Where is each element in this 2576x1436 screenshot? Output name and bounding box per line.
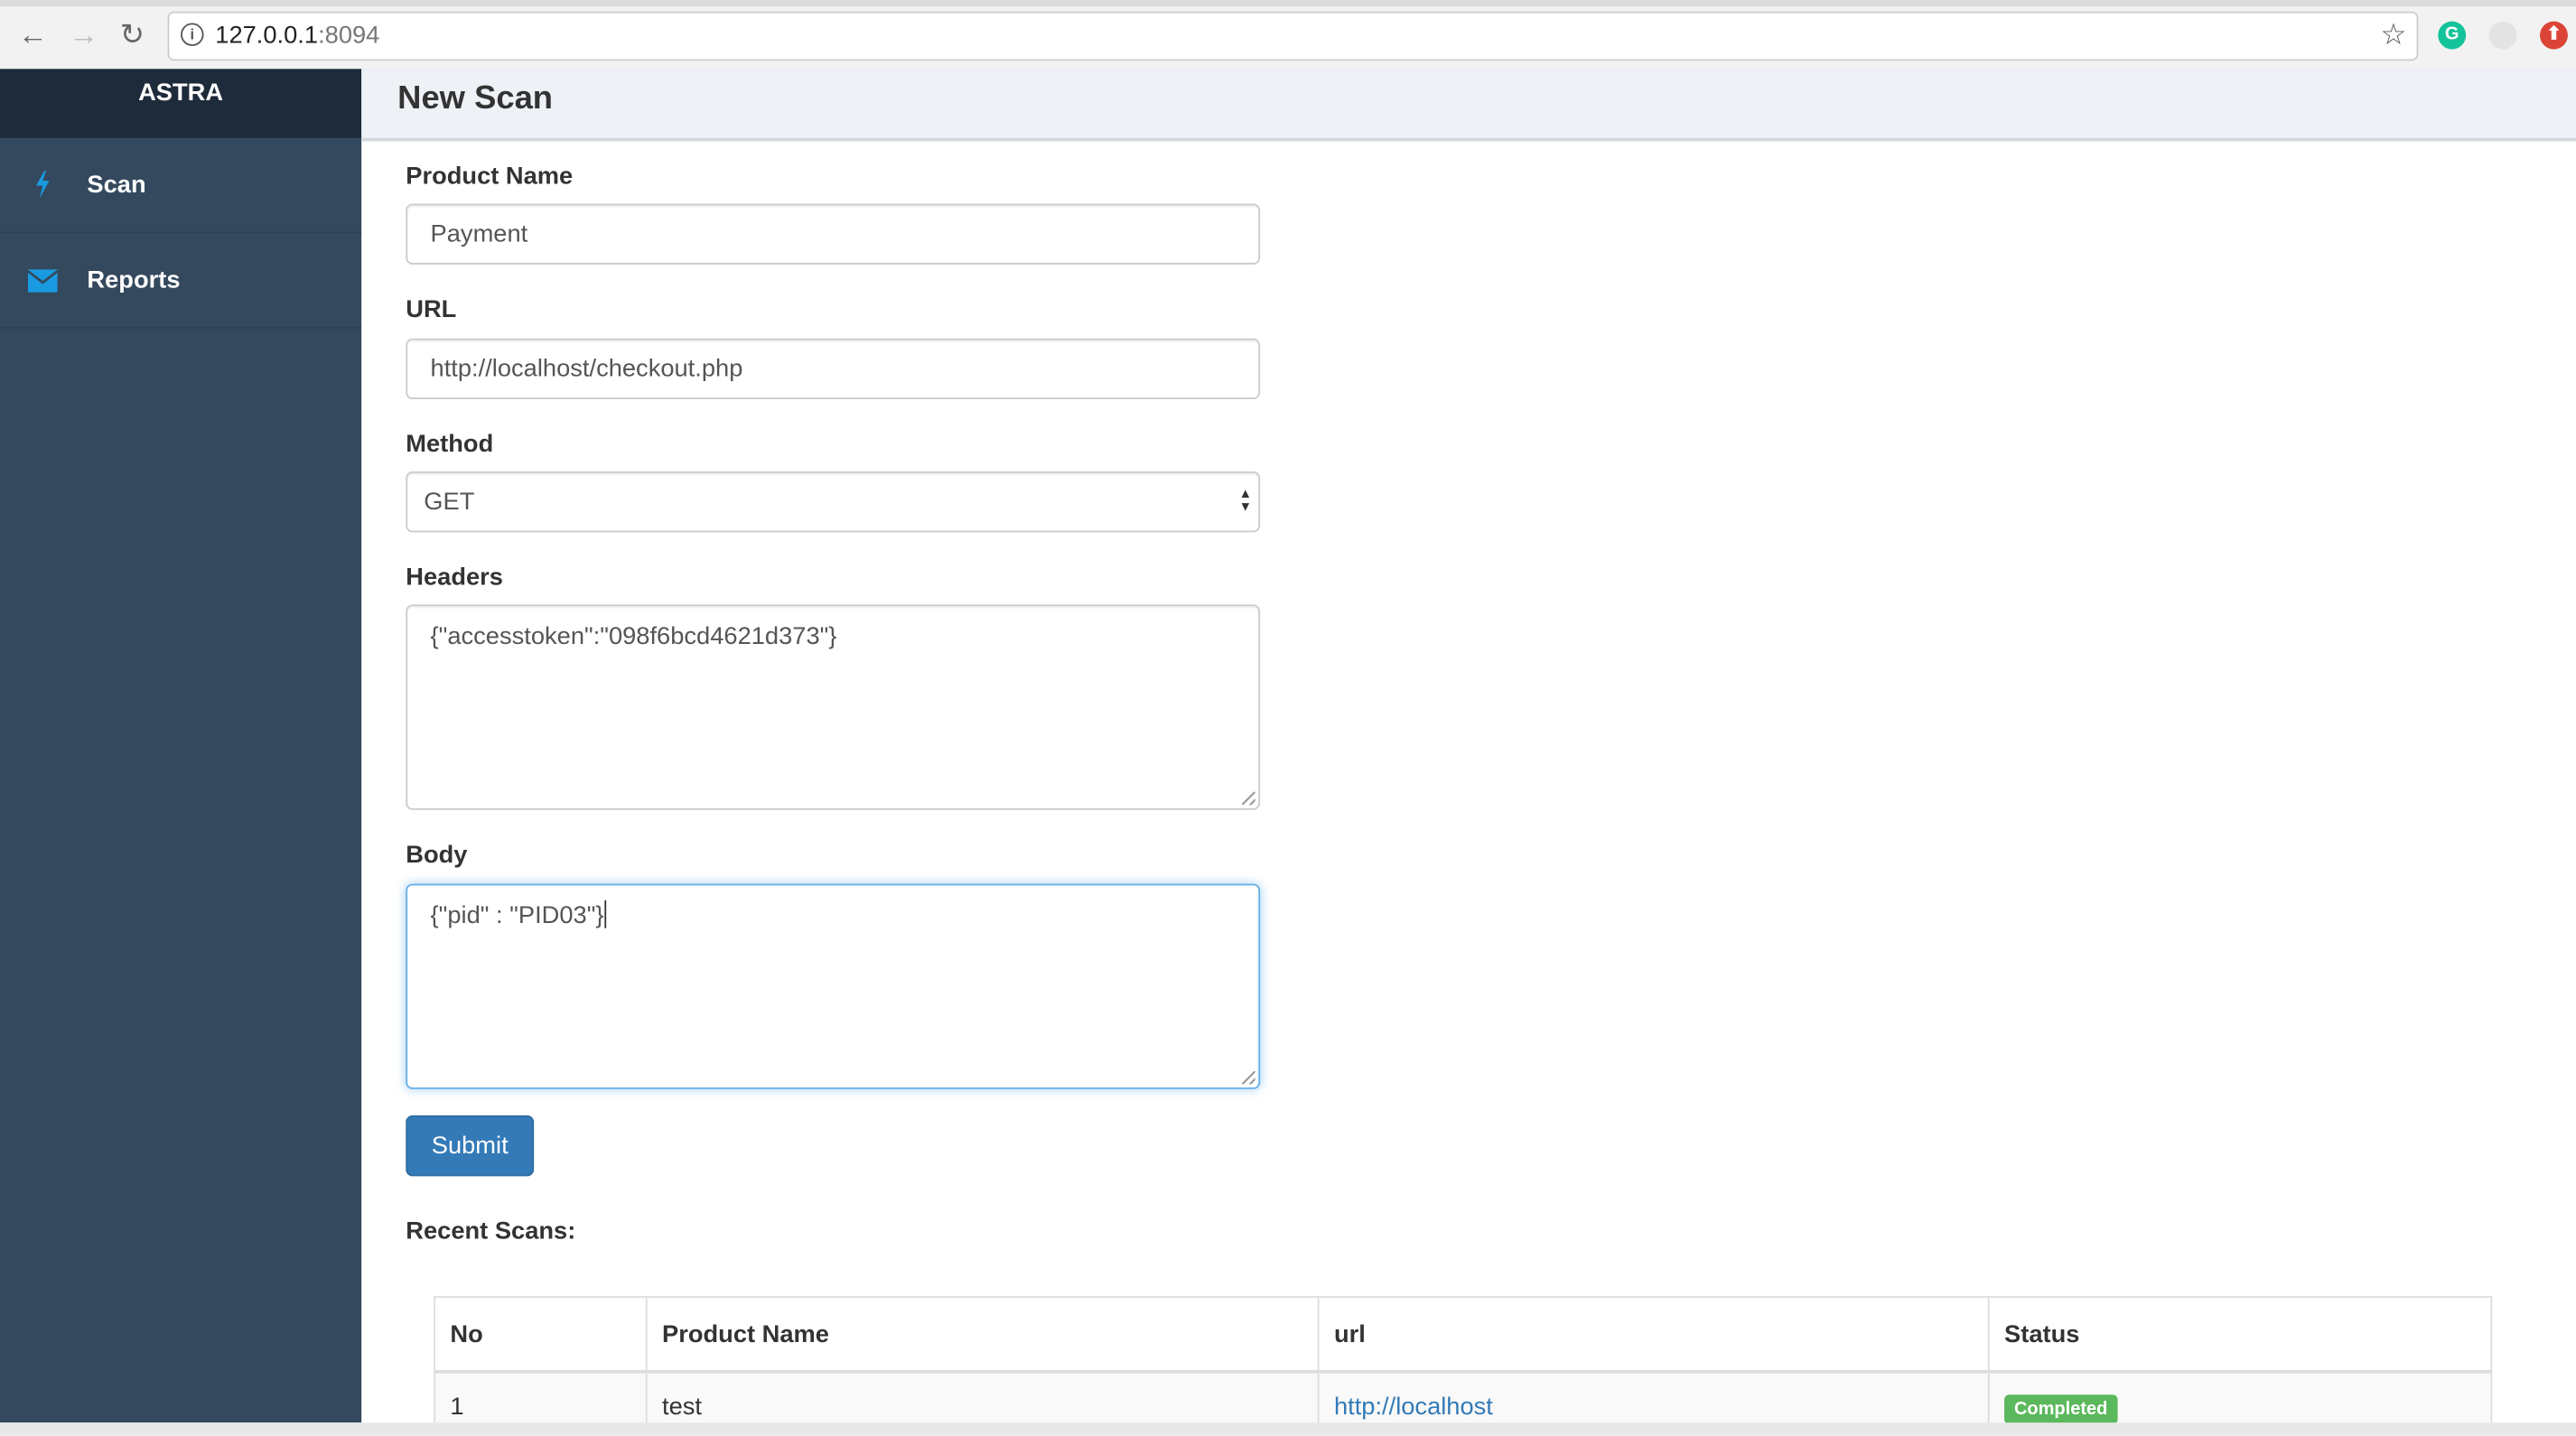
url-input[interactable]: http://localhost/checkout.php [406,338,1261,399]
body-textarea[interactable]: {"pid" : "PID03"} [406,883,1261,1089]
headers-value: {"accesstoken":"098f6bcd4621d373"} [430,622,837,651]
reload-icon[interactable]: ↻ [120,16,145,52]
column-header-url: url [1317,1296,1990,1374]
url-host: 127.0.0.1 [215,21,319,50]
column-header-product-name: Product Name [645,1296,1320,1374]
url-label: URL [406,295,457,324]
extension-icon[interactable] [2488,21,2517,50]
back-icon[interactable]: ← [18,16,48,52]
recent-scans-table: No Product Name url Status 1 test http:/… [434,1296,2493,1436]
tab-strip [0,0,2576,7]
product-name-input[interactable]: Payment [406,203,1261,265]
text-caret [603,900,606,928]
star-icon[interactable]: ☆ [2380,18,2406,52]
column-header-no: No [434,1296,648,1374]
url-text: 127.0.0.1:8094 [215,22,379,50]
forward-icon[interactable]: → [69,16,98,52]
product-name-label: Product Name [406,163,574,191]
headers-label: Headers [406,563,503,592]
method-select[interactable]: GET ▲ ▼ [406,471,1261,533]
select-arrows-icon: ▲ ▼ [1238,486,1253,515]
resize-handle-icon[interactable] [1242,1070,1255,1085]
method-value: GET [424,488,475,517]
window-bottom-edge [0,1422,2576,1436]
body-value: {"pid" : "PID03"} [430,901,604,930]
sidebar: ASTRA Scan Reports [0,69,362,1423]
sidebar-item-label: Reports [87,266,181,294]
sidebar-item-scan[interactable]: Scan [0,138,362,234]
brand-logo: ASTRA [0,69,362,138]
sidebar-item-reports[interactable]: Reports [0,233,362,329]
recent-scans-title: Recent Scans: [406,1217,576,1245]
sidebar-item-label: Scan [87,171,146,200]
method-label: Method [406,430,494,459]
browser-window: ← → ↻ i 127.0.0.1:8094 ☆ G ⬆ ASTRA Scan … [0,0,2576,1436]
browser-toolbar: ← → ↻ i 127.0.0.1:8094 ☆ G ⬆ [0,0,2576,71]
url-port: :8094 [318,21,380,50]
body-label: Body [406,841,468,870]
status-badge: Completed [2004,1394,2118,1424]
table-header-row: No Product Name url Status [434,1296,2493,1374]
envelope-icon [0,268,87,292]
page-header: New Scan [361,69,2576,142]
upload-extension-icon[interactable]: ⬆ [2540,21,2568,50]
grammarly-icon[interactable]: G [2438,21,2467,50]
resize-handle-icon[interactable] [1242,791,1255,806]
page-title: New Scan [397,80,554,117]
headers-textarea[interactable]: {"accesstoken":"098f6bcd4621d373"} [406,604,1261,810]
scan-url-link[interactable]: http://localhost [1334,1393,1493,1421]
submit-button[interactable]: Submit [406,1115,535,1177]
column-header-status: Status [1987,1296,2493,1374]
info-icon[interactable]: i [181,23,204,46]
address-bar[interactable]: i 127.0.0.1:8094 ☆ [167,11,2419,61]
bolt-icon [0,171,87,200]
